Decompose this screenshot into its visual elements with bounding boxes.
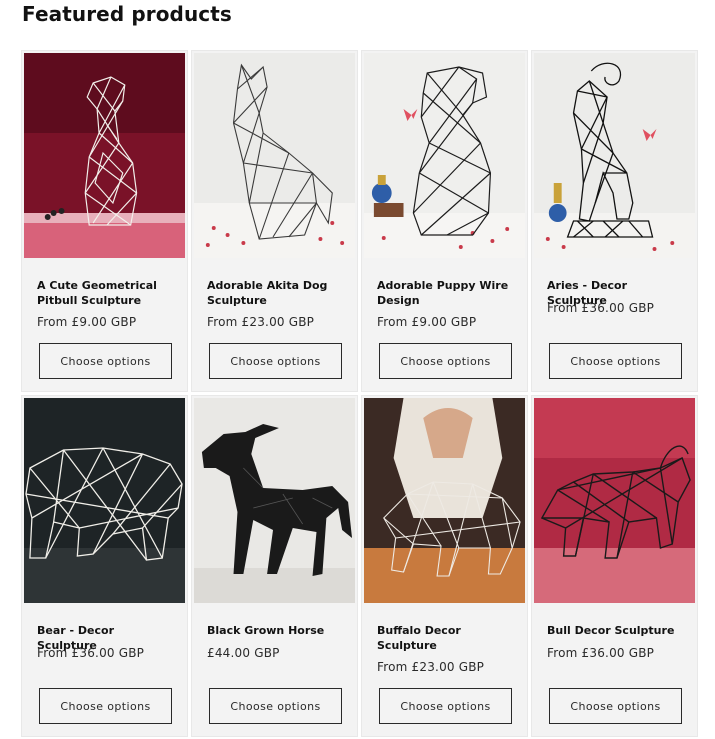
product-title[interactable]: Adorable Puppy Wire Design	[377, 278, 515, 308]
product-grid: A Cute Geometrical Pitbull Sculpture Fro…	[21, 50, 700, 737]
product-card: Black Grown Horse £44.00 GBP Choose opti…	[191, 395, 358, 737]
product-price: From £9.00 GBP	[377, 315, 477, 329]
choose-options-button[interactable]: Choose options	[549, 688, 682, 724]
choose-options-button[interactable]: Choose options	[39, 343, 172, 379]
product-image-bear[interactable]	[24, 398, 185, 603]
product-card: Aries - Decor Sculpture From £36.00 GBP …	[531, 50, 698, 392]
product-image-akita[interactable]	[194, 53, 355, 258]
product-card: Adorable Puppy Wire Design From £9.00 GB…	[361, 50, 528, 392]
choose-options-button[interactable]: Choose options	[549, 343, 682, 379]
product-card: Adorable Akita Dog Sculpture From £23.00…	[191, 50, 358, 392]
product-card: Bear - Decor Sculpture From £36.00 GBP C…	[21, 395, 188, 737]
product-image-puppy[interactable]	[364, 53, 525, 258]
product-card: Bull Decor Sculpture From £36.00 GBP Cho…	[531, 395, 698, 737]
product-price: From £36.00 GBP	[37, 646, 145, 660]
product-price: From £9.00 GBP	[37, 315, 137, 329]
product-title[interactable]: Buffalo Decor Sculpture	[377, 623, 515, 653]
product-title[interactable]: A Cute Geometrical Pitbull Sculpture	[37, 278, 175, 308]
product-image-buffalo[interactable]	[364, 398, 525, 603]
product-price: From £36.00 GBP	[547, 646, 655, 660]
product-card: A Cute Geometrical Pitbull Sculpture Fro…	[21, 50, 188, 392]
product-image-pitbull[interactable]	[24, 53, 185, 258]
product-card: Buffalo Decor Sculpture From £23.00 GBP …	[361, 395, 528, 737]
choose-options-button[interactable]: Choose options	[379, 688, 512, 724]
choose-options-button[interactable]: Choose options	[39, 688, 172, 724]
product-image-horse[interactable]	[194, 398, 355, 603]
choose-options-button[interactable]: Choose options	[209, 343, 342, 379]
product-title[interactable]: Bull Decor Sculpture	[547, 623, 685, 638]
product-title[interactable]: Black Grown Horse	[207, 623, 345, 638]
product-title[interactable]: Adorable Akita Dog Sculpture	[207, 278, 345, 308]
choose-options-button[interactable]: Choose options	[379, 343, 512, 379]
section-title: Featured products	[22, 2, 232, 26]
product-image-aries[interactable]	[534, 53, 695, 258]
product-price: From £23.00 GBP	[207, 315, 315, 329]
product-price: £44.00 GBP	[207, 646, 280, 660]
product-price: From £23.00 GBP	[377, 660, 485, 674]
product-price: From £36.00 GBP	[547, 301, 655, 315]
product-image-bull[interactable]	[534, 398, 695, 603]
choose-options-button[interactable]: Choose options	[209, 688, 342, 724]
